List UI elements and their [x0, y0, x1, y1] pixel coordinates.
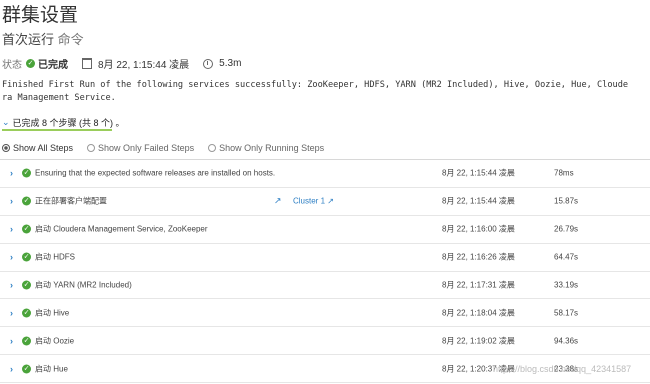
- steps-summary-toggle[interactable]: ⌄ 已完成 8 个步骤 (共 8 个) 。: [2, 116, 125, 129]
- step-name: 启动 Hue: [35, 364, 68, 374]
- radio-icon[interactable]: [2, 144, 10, 152]
- clock-icon: [203, 58, 214, 69]
- table-row: › ✓ 启动 Hive 8月 22, 1:18:04 凌晨 58.17s: [0, 299, 650, 328]
- filter-label: Show Only Running Steps: [219, 143, 325, 153]
- status-duration: 5.3m: [219, 58, 242, 69]
- check-circle-icon: ✓: [22, 168, 31, 178]
- step-duration: 94.36s: [554, 336, 579, 346]
- filter-failed-steps[interactable]: Show Only Failed Steps: [87, 143, 194, 153]
- step-time: 8月 22, 1:15:44 凌晨: [442, 196, 515, 206]
- status-row: 状态 ✓ 已完成 8月 22, 1:15:44 凌晨 5.3m: [2, 56, 241, 71]
- table-row: › ✓ Ensuring that the expected software …: [0, 160, 650, 188]
- check-circle-icon: ✓: [22, 364, 31, 374]
- step-duration: 64.47s: [554, 252, 579, 262]
- check-circle-icon: ✓: [22, 224, 31, 234]
- step-name: 启动 YARN (MR2 Included): [35, 280, 132, 290]
- step-time: 8月 22, 1:15:44 凌晨: [442, 168, 515, 178]
- subtitle-prefix: 首次运行: [2, 32, 55, 47]
- step-filters: Show All Steps Show Only Failed Steps Sh…: [2, 143, 338, 153]
- page-subtitle: 首次运行 命令: [2, 29, 84, 48]
- status-label: 状态: [2, 60, 22, 71]
- step-name: 启动 Oozie: [35, 336, 75, 346]
- chevron-right-icon[interactable]: ›: [10, 336, 13, 346]
- filter-running-steps[interactable]: Show Only Running Steps: [208, 143, 324, 153]
- cluster-link[interactable]: Cluster 1 ↗: [293, 197, 334, 206]
- table-row: › ✓ 启动 HDFS 8月 22, 1:16:26 凌晨 64.47s: [0, 244, 650, 272]
- step-time: 8月 22, 1:16:00 凌晨: [442, 224, 515, 234]
- radio-icon[interactable]: [87, 144, 96, 152]
- step-duration: 26.79s: [554, 224, 579, 234]
- step-name: 启动 Hive: [35, 308, 70, 318]
- external-link-icon[interactable]: ↗: [274, 196, 282, 207]
- check-circle-icon: ✓: [22, 336, 31, 346]
- page-title: 群集设置: [2, 5, 79, 26]
- chevron-right-icon[interactable]: ›: [10, 364, 13, 374]
- step-name: 正在部署客户端配置: [35, 196, 107, 206]
- filter-label: Show All Steps: [13, 143, 74, 153]
- chevron-down-icon: ⌄: [2, 117, 10, 127]
- table-row: › ✓ 启动 YARN (MR2 Included) 8月 22, 1:17:3…: [0, 272, 650, 300]
- status-datetime: 8月 22, 1:15:44 凌晨: [98, 60, 190, 71]
- step-duration: 78ms: [554, 168, 574, 178]
- table-row: › ✓ 启动 Cloudera Management Service, ZooK…: [0, 216, 650, 244]
- step-duration: 33.19s: [554, 280, 579, 290]
- check-circle-icon: ✓: [22, 252, 31, 262]
- table-row: › ✓ 正在部署客户端配置 ↗ Cluster 1 ↗ 8月 22, 1:15:…: [0, 188, 650, 216]
- status-value: 已完成: [38, 60, 68, 71]
- check-circle-icon: ✓: [22, 308, 31, 318]
- step-time: 8月 22, 1:16:26 凌晨: [442, 252, 515, 262]
- step-duration: 58.17s: [554, 308, 579, 318]
- chevron-right-icon[interactable]: ›: [10, 168, 13, 178]
- calendar-icon: [82, 58, 92, 69]
- step-name: 启动 Cloudera Management Service, ZooKeepe…: [35, 224, 208, 234]
- chevron-right-icon[interactable]: ›: [10, 308, 13, 318]
- step-time: 8月 22, 1:17:31 凌晨: [442, 280, 515, 290]
- radio-icon[interactable]: [208, 144, 217, 152]
- check-circle-icon: ✓: [22, 280, 31, 290]
- steps-table: › ✓ Ensuring that the expected software …: [0, 159, 650, 384]
- step-name: Ensuring that the expected software rele…: [35, 168, 276, 178]
- step-time: 8月 22, 1:18:04 凌晨: [442, 308, 515, 318]
- subtitle-command: 命令: [57, 32, 84, 47]
- table-row: › ✓ 启动 Oozie 8月 22, 1:19:02 凌晨 94.36s: [0, 327, 650, 356]
- check-circle-icon: ✓: [26, 59, 35, 68]
- filter-label: Show Only Failed Steps: [98, 143, 195, 153]
- filter-all-steps[interactable]: Show All Steps: [2, 143, 73, 153]
- step-name: 启动 HDFS: [35, 252, 75, 262]
- chevron-right-icon[interactable]: ›: [10, 280, 13, 290]
- check-circle-icon: ✓: [22, 196, 31, 206]
- steps-summary-text: 已完成 8 个步骤 (共 8 个) 。: [12, 118, 125, 128]
- watermark: https://blog.csdn.net/qq_42341587: [493, 364, 632, 374]
- result-message: Finished First Run of the following serv…: [2, 80, 629, 103]
- step-duration: 15.87s: [554, 196, 579, 206]
- steps-summary-underline: [2, 129, 112, 131]
- chevron-right-icon[interactable]: ›: [10, 252, 13, 262]
- step-time: 8月 22, 1:19:02 凌晨: [442, 336, 515, 346]
- chevron-right-icon[interactable]: ›: [10, 224, 13, 234]
- chevron-right-icon[interactable]: ›: [10, 196, 13, 206]
